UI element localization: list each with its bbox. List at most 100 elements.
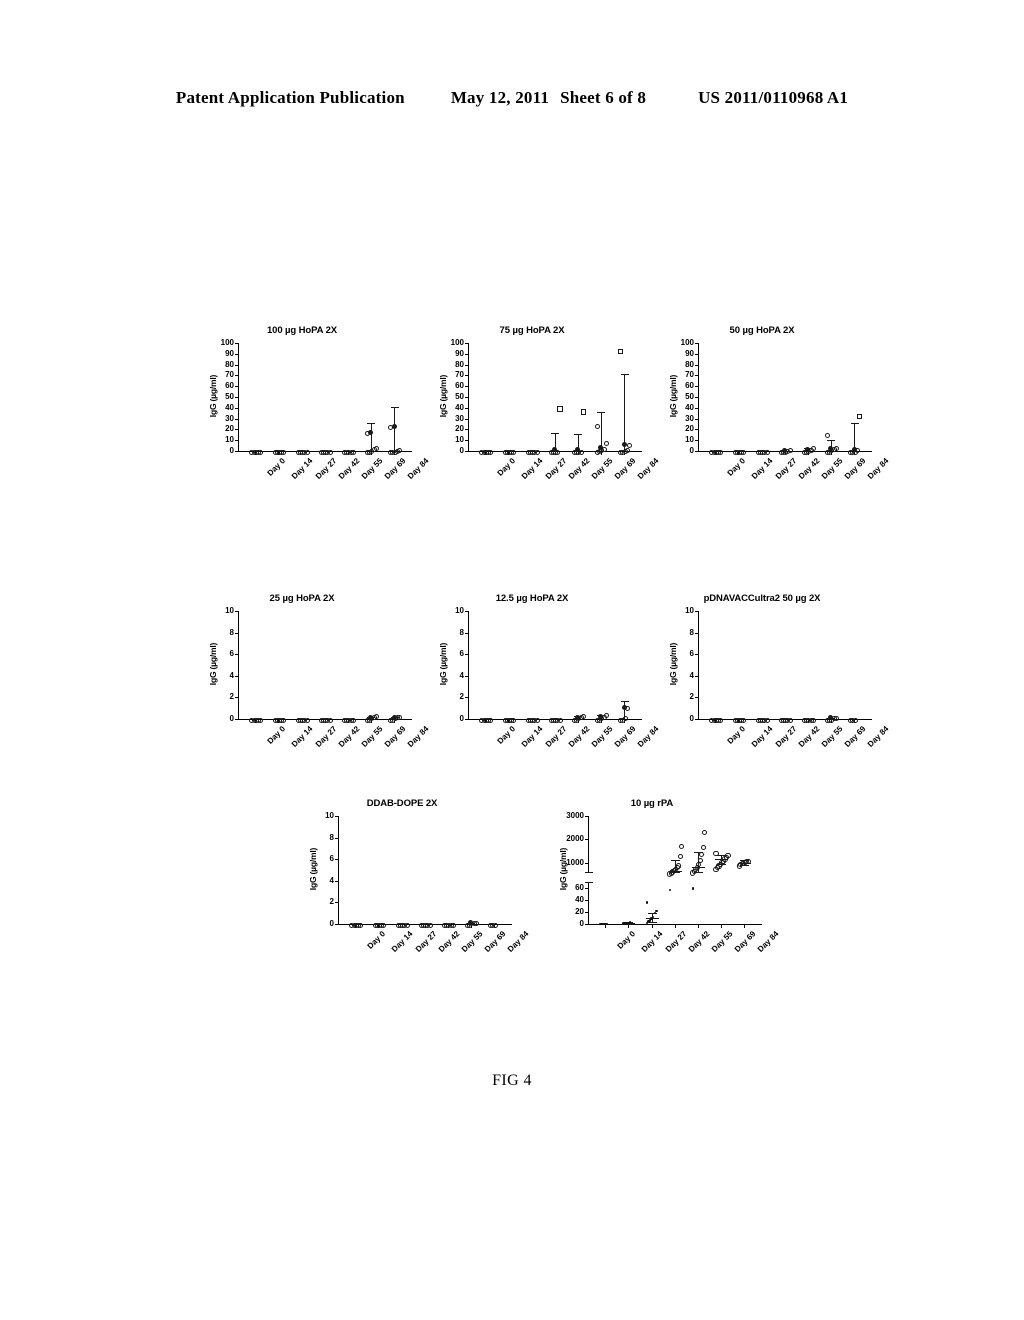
y-tick-label: 2: [229, 692, 234, 702]
data-point-upper: [699, 851, 705, 857]
mean-marker: [621, 442, 627, 448]
y-axis-tick-upper: [585, 816, 589, 817]
y-axis-tick: [465, 451, 469, 452]
y-tick-label: 70: [685, 370, 694, 380]
y-axis-tick: [695, 440, 699, 442]
data-point-upper: [676, 863, 682, 869]
sheet-number: Sheet 6 of 8: [560, 88, 647, 107]
y-tick-label: 8: [229, 627, 234, 637]
error-bar-cap: [390, 407, 399, 409]
data-point: [327, 449, 333, 455]
x-tick-label: Day 42: [796, 724, 822, 749]
y-axis-tick: [335, 837, 339, 839]
data-point: [854, 448, 860, 454]
plot-area: IgG (µg/ml) Day 0 Day 14 Day 27 Day 42 Day 55…: [296, 812, 531, 954]
y-axis-tick: [235, 429, 239, 431]
y-tick-label: 10: [685, 435, 694, 445]
data-point: [810, 717, 816, 723]
error-bar-cap: [670, 860, 680, 862]
data-point: [488, 717, 494, 723]
y-axis-tick: [465, 397, 469, 398]
data-point: [350, 449, 356, 455]
data-point: [281, 717, 287, 723]
error-bar-cap: [597, 411, 606, 413]
y-axis-tick: [695, 451, 699, 452]
data-point: [373, 445, 379, 451]
y-axis-tick: [235, 611, 239, 612]
y-tick-label: 60: [685, 381, 694, 391]
x-tick-label: Day 27: [313, 456, 339, 481]
x-tick-label: Day 69: [842, 724, 868, 749]
data-point: [511, 449, 517, 455]
data-point: [627, 443, 633, 449]
data-point: [488, 449, 494, 455]
x-tick-label: Day 27: [543, 724, 569, 749]
x-tick-label: Day 84: [865, 724, 891, 749]
x-tick-label: Day 69: [482, 929, 508, 954]
y-axis-tick: [695, 343, 699, 344]
data-point: [595, 423, 601, 429]
data-point: [764, 449, 770, 455]
y-axis-tick: [465, 440, 469, 442]
y-axis-tick: [695, 654, 699, 656]
plot-area: IgG (µg/ml) Day 0 Day 14 Day 27 Day 42 Day 55…: [426, 339, 661, 481]
y-axis-tick: [695, 632, 699, 634]
error-bar-cap: [574, 434, 583, 436]
data-point: [534, 717, 540, 723]
x-tick-label: Day 0: [265, 724, 288, 746]
y-axis-tick: [465, 407, 469, 409]
plot-area: IgG (µg/ml) Day 0 Day 14 Day 27 Day 42 Day 55…: [426, 607, 661, 749]
x-tick-label: Day 84: [755, 929, 781, 954]
data-point: [397, 448, 403, 454]
y-tick-label: 30: [225, 413, 234, 423]
y-tick-label: 8: [459, 627, 464, 637]
y-tick-label: 10: [325, 811, 334, 820]
x-tick-label: Day 69: [382, 456, 408, 481]
y-axis-tick: [235, 375, 239, 377]
y-tick-label: 40: [685, 402, 694, 412]
y-axis-tick: [235, 654, 239, 656]
data-point: [718, 717, 724, 723]
data-point: [787, 717, 793, 723]
data-point-lower: [668, 888, 672, 892]
plot-area: IgG (µg/ml) Day 0 Day 14 Day 27 Day 42 Day 55…: [546, 812, 781, 954]
data-point-upper: [713, 850, 719, 856]
data-point: [427, 922, 433, 928]
y-tick-label: 6: [689, 649, 694, 659]
data-point: [856, 413, 863, 420]
x-tick-label: Day 14: [520, 724, 545, 749]
y-tick-label-lower: 60: [575, 883, 584, 892]
y-axis-tick: [235, 719, 239, 720]
data-point-lower: [645, 901, 649, 904]
y-tick-label: 80: [455, 359, 464, 369]
data-point: [825, 433, 831, 439]
axis-break-cap-upper: [584, 872, 593, 873]
y-tick-label: 0: [329, 919, 334, 928]
x-tick-label: Day 14: [640, 929, 665, 954]
data-point: [511, 717, 517, 723]
y-tick-label: 0: [689, 714, 694, 723]
data-point: [258, 449, 264, 455]
y-tick-label: 20: [455, 424, 464, 434]
data-point: [624, 705, 630, 711]
y-tick-label: 10: [225, 606, 234, 615]
y-tick-label: 30: [455, 413, 464, 423]
y-tick-label: 80: [225, 359, 234, 369]
x-axis-tick: [651, 925, 653, 928]
y-axis-tick: [465, 353, 469, 355]
chart-title: 10 µg rPA: [630, 798, 674, 809]
chart-title: pDNAVACCultra2 50 µg 2X: [703, 593, 821, 604]
y-axis-tick: [235, 697, 239, 699]
data-point-upper: [697, 857, 703, 863]
data-point: [718, 449, 724, 455]
x-tick-label: Day 27: [413, 929, 439, 954]
y-axis-tick-lower: [585, 900, 589, 901]
y-axis-tick: [235, 343, 239, 344]
x-tick-label: Day 42: [686, 929, 712, 954]
y-axis-tick: [235, 386, 239, 388]
data-point: [852, 717, 858, 723]
y-tick-label: 30: [685, 413, 694, 423]
y-tick-label-lower: 20: [575, 907, 584, 916]
x-tick-label: Day 84: [635, 724, 661, 749]
x-tick-label: Day 84: [635, 456, 661, 481]
